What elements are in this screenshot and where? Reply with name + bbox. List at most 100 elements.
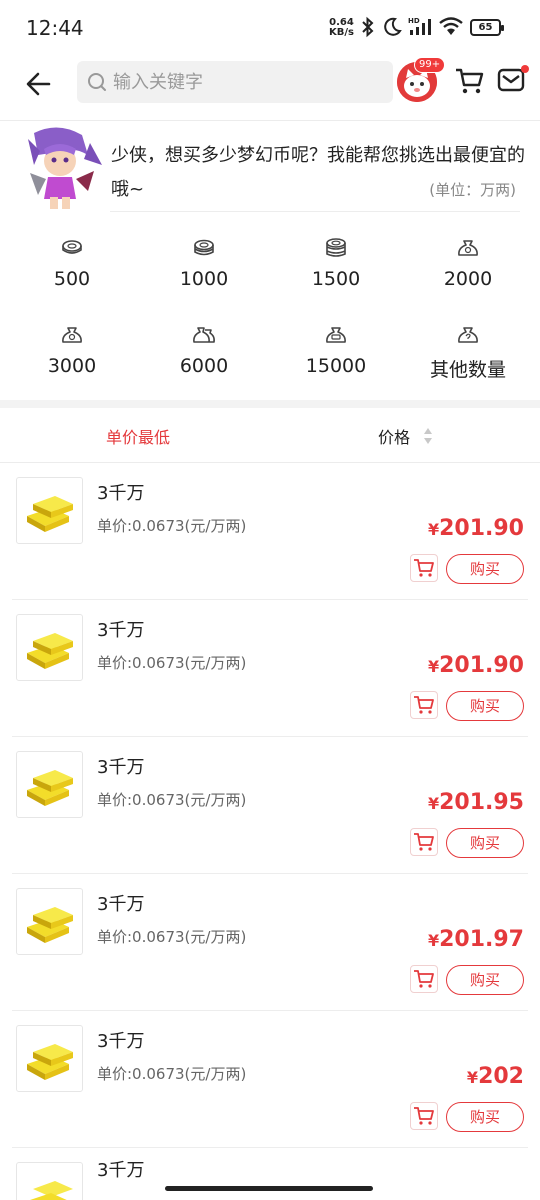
- intro-divider: [110, 211, 520, 212]
- item-title: 3千万: [97, 1031, 145, 1052]
- amount-option-15000[interactable]: 15000: [270, 313, 402, 393]
- sort-arrows-icon[interactable]: [422, 426, 434, 446]
- intro-section: 少侠，想买多少梦幻币呢？我能帮您挑选出最便宜的哦~ (单位：万两): [0, 121, 540, 211]
- money-bag-icon: [326, 327, 346, 343]
- amount-label: 1000: [179, 268, 229, 290]
- section-gap: [0, 400, 540, 408]
- buy-button[interactable]: 购买: [446, 691, 524, 721]
- search-icon: [88, 73, 106, 91]
- sort-by-price[interactable]: 价格: [378, 424, 410, 448]
- buy-button[interactable]: 购买: [446, 554, 524, 584]
- sort-bar: 单价最低 价格: [0, 408, 540, 463]
- list-item[interactable]: 3千万 单价:0.0673(元/万两) ¥201.90 购买: [0, 463, 540, 600]
- cart-icon: [414, 559, 434, 577]
- gold-bars-image: [27, 770, 73, 806]
- page: 12:44 0.64 KB/s HD 65 输入关键字 99+ 少侠，想买多少梦…: [0, 0, 540, 1200]
- home-indicator[interactable]: [165, 1186, 373, 1191]
- item-price-value: 201.90: [439, 653, 524, 678]
- list-item[interactable]: 3千万 单价:0.0673(元/万两) ¥202 购买: [0, 1011, 540, 1148]
- message-dot: [521, 65, 529, 73]
- gold-bars-thumbnail: [16, 888, 83, 955]
- add-to-cart-button[interactable]: [410, 1102, 438, 1130]
- back-arrow-icon[interactable]: [22, 67, 56, 101]
- currency-symbol: ¥: [427, 931, 440, 950]
- list-item[interactable]: 3千万 单价:0.0673(元/万两) ¥201.97 购买: [0, 874, 540, 1011]
- amount-option-3000[interactable]: 3000: [6, 313, 138, 393]
- currency-symbol: ¥: [427, 794, 440, 813]
- amount-label: 其他数量: [429, 359, 506, 381]
- add-to-cart-button[interactable]: [410, 965, 438, 993]
- amount-option-6000[interactable]: 6000: [138, 313, 270, 393]
- gold-bars-image: [27, 633, 73, 669]
- item-unit-price: 单价:0.0673(元/万两): [97, 654, 247, 672]
- money-bag-icon: [458, 327, 478, 343]
- item-price-value: 201.90: [439, 516, 524, 541]
- item-title: 3千万: [97, 483, 145, 504]
- item-unit-price: 单价:0.0673(元/万两): [97, 791, 247, 809]
- currency-symbol: ¥: [427, 520, 440, 539]
- amount-grid: 500 1000 1500 2000 3000 6000 15000 其他数量: [0, 226, 540, 398]
- item-unit-price: 单价:0.0673(元/万两): [97, 517, 247, 535]
- hd-label: HD: [408, 17, 420, 25]
- gold-bars-thumbnail: [16, 751, 83, 818]
- notification-badge: 99+: [414, 57, 446, 73]
- amount-option-500[interactable]: 500: [6, 226, 138, 306]
- add-to-cart-button[interactable]: [410, 554, 438, 582]
- money-bag-icon: [62, 327, 82, 343]
- wifi-icon: [439, 17, 463, 35]
- coin-stack-icon: [62, 240, 82, 254]
- amount-option-1000[interactable]: 1000: [138, 226, 270, 306]
- item-title: 3千万: [97, 757, 145, 778]
- amount-option-other[interactable]: 其他数量: [402, 313, 534, 393]
- gold-bars-thumbnail: [16, 614, 83, 681]
- item-unit-price: 单价:0.0673(元/万两): [97, 1065, 247, 1083]
- cart-icon: [414, 1107, 434, 1125]
- amount-option-1500[interactable]: 1500: [270, 226, 402, 306]
- battery-indicator: 65: [470, 19, 504, 36]
- gold-bars-image: [27, 907, 73, 943]
- moon-icon: [384, 17, 402, 36]
- network-speed: 0.64 KB/s: [329, 18, 354, 38]
- item-title: 3千万: [97, 1160, 145, 1181]
- buy-button[interactable]: 购买: [446, 828, 524, 858]
- amount-label: 2000: [443, 268, 493, 290]
- add-to-cart-button[interactable]: [410, 828, 438, 856]
- add-to-cart-button[interactable]: [410, 691, 438, 719]
- search-input[interactable]: [113, 68, 383, 96]
- cart-icon[interactable]: [454, 67, 484, 95]
- gold-bars-image: [27, 1044, 73, 1080]
- item-unit-price: 单价:0.0673(元/万两): [97, 928, 247, 946]
- buy-button[interactable]: 购买: [446, 1102, 524, 1132]
- status-time: 12:44: [26, 16, 84, 40]
- unit-note: (单位：万两): [429, 181, 516, 199]
- coin-stack-icon: [194, 239, 214, 256]
- list-item[interactable]: 3千万 单价:0.0673(元/万两) ¥201.95 购买: [0, 737, 540, 874]
- character-mascot-image: [28, 127, 102, 209]
- cart-icon: [414, 970, 434, 988]
- status-bar: 12:44 0.64 KB/s HD 65: [0, 0, 540, 56]
- money-bag-icon: [458, 240, 478, 256]
- item-title: 3千万: [97, 894, 145, 915]
- header: 99+: [0, 56, 540, 120]
- item-price: ¥201.90: [428, 653, 524, 678]
- amount-label: 3000: [47, 355, 97, 377]
- amount-option-2000[interactable]: 2000: [402, 226, 534, 306]
- cart-icon: [414, 696, 434, 714]
- item-price-value: 201.97: [439, 927, 524, 952]
- search-bar[interactable]: [77, 61, 393, 103]
- amount-label: 6000: [179, 355, 229, 377]
- gold-bars-thumbnail: [16, 1025, 83, 1092]
- list-item[interactable]: 3千万 单价:0.0673(元/万两) ¥201.90 购买: [0, 600, 540, 737]
- sort-lowest-unit-price[interactable]: 单价最低: [106, 424, 170, 448]
- cell-signal-icon: HD: [408, 17, 431, 35]
- item-title: 3千万: [97, 620, 145, 641]
- cart-icon: [414, 833, 434, 851]
- item-price: ¥201.95: [428, 790, 524, 815]
- item-price: ¥201.90: [428, 516, 524, 541]
- money-bag-icon: [193, 327, 215, 343]
- currency-symbol: ¥: [466, 1068, 479, 1087]
- buy-button[interactable]: 购买: [446, 965, 524, 995]
- item-price: ¥201.97: [428, 927, 524, 952]
- list-item[interactable]: 3千万: [0, 1148, 540, 1200]
- amount-label: 15000: [305, 355, 367, 377]
